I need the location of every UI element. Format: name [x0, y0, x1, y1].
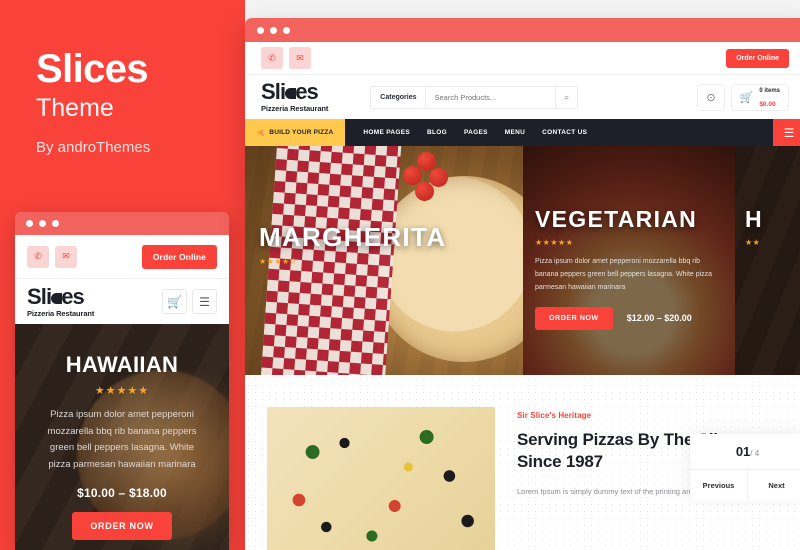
- mobile-hero-description: Pizza ipsum dolor amet pepperoni mozzare…: [47, 409, 197, 470]
- hero-slide-rating: ★★★★✫: [259, 257, 297, 266]
- slider-current-index: 01: [735, 444, 751, 459]
- nav-item-blog[interactable]: BLOG: [427, 129, 447, 136]
- promo-byline: By androThemes: [36, 138, 151, 156]
- mobile-mockup: ✆ ✉ Order Online Sli es Pizzeria Restaura…: [15, 212, 229, 550]
- hero-slide-price: $12.00 – $20.00: [626, 313, 692, 324]
- user-account-icon[interactable]: ⊙: [697, 83, 725, 111]
- window-dot-maximize-icon[interactable]: [52, 220, 59, 227]
- mobile-header-actions: 🛒 ☰: [162, 289, 217, 314]
- basket-icon[interactable]: 🛒: [162, 289, 187, 314]
- build-your-pizza-label: BUILD YOUR PIZZA: [269, 129, 334, 136]
- promo-title: Slices: [36, 47, 149, 91]
- order-now-button[interactable]: ORDER NOW: [535, 306, 613, 330]
- pizza-slice-icon: 🍕: [257, 129, 266, 137]
- cart-button[interactable]: 🛒 0 items $0.00: [730, 83, 789, 111]
- site-logo-tagline: Pizzeria Restaurant: [27, 308, 95, 318]
- mobile-hero-slide: HAWAIIAN ★★★★★ Pizza ipsum dolor amet pe…: [15, 324, 229, 550]
- search-input[interactable]: [426, 92, 556, 102]
- cart-item-count: 0 items: [759, 88, 780, 95]
- pizza-slice-icon: [50, 292, 62, 304]
- hamburger-icon[interactable]: ☰: [773, 119, 800, 146]
- mobile-topbar: ✆ ✉ Order Online: [15, 235, 229, 279]
- site-logo-name: Sli es: [27, 283, 85, 309]
- phone-icon[interactable]: ✆: [261, 47, 283, 69]
- site-logo-tagline: Pizzeria Restaurant: [261, 104, 329, 114]
- order-online-button[interactable]: Order Online: [726, 48, 789, 68]
- desktop-titlebar: [245, 18, 800, 42]
- order-now-button[interactable]: ORDER NOW: [72, 511, 172, 540]
- phone-icon[interactable]: ✆: [27, 245, 49, 268]
- categories-dropdown[interactable]: Categories: [371, 86, 427, 108]
- hero-slide-title: MARGHERITA: [259, 222, 447, 252]
- hero-slide-title: H: [745, 206, 763, 232]
- pizza-slice-icon: [284, 88, 296, 100]
- slider-total-count: / 4: [750, 449, 760, 458]
- basket-icon: 🛒: [739, 91, 754, 104]
- search-icon[interactable]: ⌕: [555, 86, 577, 108]
- slider-next-button[interactable]: Next: [748, 470, 800, 501]
- window-dot-close-icon[interactable]: [257, 26, 264, 34]
- window-dot-minimize-icon[interactable]: [39, 220, 46, 227]
- hero-slide-rating: ★★: [745, 238, 761, 247]
- mobile-hero-price: $10.00 – $18.00: [77, 485, 167, 500]
- about-kicker: Sir Slice's Heritage: [517, 411, 592, 420]
- about-pizza-image: [267, 407, 495, 550]
- promo-brand-block: Slices Theme By androThemes: [36, 48, 150, 156]
- mail-icon[interactable]: ✉: [289, 47, 311, 69]
- nav-item-contact-us[interactable]: CONTACT US: [542, 129, 587, 136]
- mobile-header: Sli es Pizzeria Restaurant 🛒 ☰: [15, 279, 229, 324]
- product-search: Categories ⌕: [370, 85, 579, 109]
- desktop-header: Slies Pizzeria Restaurant Categories ⌕ ⊙…: [245, 75, 800, 119]
- build-your-pizza-button[interactable]: 🍕 BUILD YOUR PIZZA: [245, 119, 346, 146]
- desktop-topbar: ✆ ✉ Order Online: [245, 42, 800, 75]
- mail-icon[interactable]: ✉: [55, 245, 77, 268]
- site-logo[interactable]: Sli es Pizzeria Restaurant: [27, 283, 95, 318]
- site-logo[interactable]: Sli es Pizzeria Restaurant: [261, 81, 328, 113]
- site-logo-name: Sli es: [261, 79, 319, 105]
- slider-pagination: 01/ 4 Previous Next: [690, 434, 800, 501]
- window-dot-maximize-icon[interactable]: [283, 26, 290, 34]
- mobile-titlebar: [15, 212, 229, 235]
- nav-item-pages[interactable]: PAGES: [464, 129, 488, 136]
- tomatoes-image: [403, 152, 453, 212]
- desktop-header-actions: ⊙ 🛒 0 items $0.00: [697, 83, 789, 111]
- window-dot-close-icon[interactable]: [26, 220, 33, 227]
- cart-total: $0.00: [759, 101, 776, 108]
- promo-subtitle: Theme: [36, 94, 114, 122]
- nav-item-home-pages[interactable]: HOME PAGES: [363, 129, 410, 136]
- mobile-hero-rating: ★★★★★: [94, 385, 150, 397]
- mobile-hero-title: HAWAIIAN: [65, 352, 179, 377]
- window-dot-minimize-icon[interactable]: [270, 26, 277, 34]
- hamburger-icon[interactable]: ☰: [192, 289, 217, 314]
- nav-items: HOME PAGES BLOG PAGES MENU CONTACT US: [345, 119, 587, 146]
- main-navigation: 🍕 BUILD YOUR PIZZA HOME PAGES BLOG PAGES…: [245, 119, 800, 146]
- nav-item-menu[interactable]: MENU: [505, 129, 525, 136]
- hero-slide-title: VEGETARIAN: [535, 206, 698, 232]
- slider-previous-button[interactable]: Previous: [690, 470, 748, 501]
- hero-slide-rating: ★★★★★: [535, 238, 574, 247]
- hero-slide-description: Pizza ipsum dolor amet pepperoni mozzare…: [535, 258, 713, 291]
- order-online-button[interactable]: Order Online: [141, 244, 217, 269]
- desktop-mockup: ✆ ✉ Order Online Sli es Pizzeria Restaura…: [245, 18, 800, 550]
- slider-counter: 01/ 4: [690, 434, 800, 470]
